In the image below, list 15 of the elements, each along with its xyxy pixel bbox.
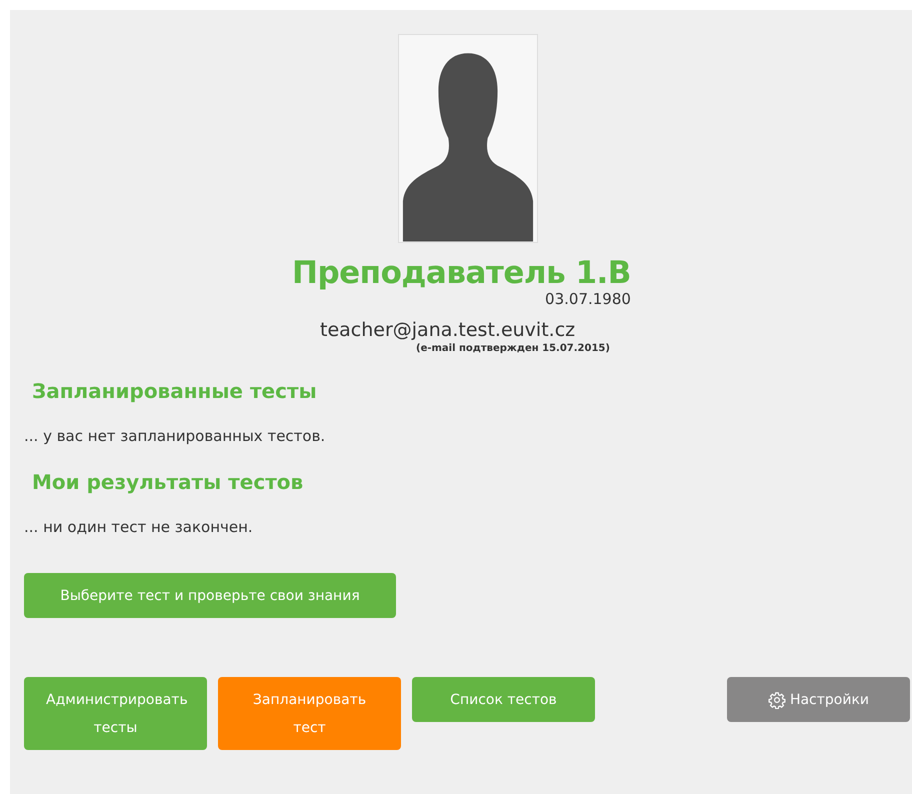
empty-message: ... у вас нет запланированных тестов. (24, 426, 326, 446)
settings-button[interactable]: Настройки (727, 677, 910, 722)
empty-message: ... ни один тест не закончен. (24, 517, 254, 537)
section-heading: Запланированные тесты (32, 378, 318, 404)
settings-icon (768, 690, 786, 708)
action-button[interactable]: Список тестов (412, 677, 595, 722)
choose-test-button[interactable]: Выберите тест и проверьте свои знания (24, 573, 396, 618)
email-address: teacher@jana.test.euvit.cz (320, 318, 576, 342)
action-button[interactable]: Запланировать тест (218, 677, 401, 750)
email-confirmation-note: (e-mail подтвержден 15.07.2015) (416, 342, 610, 355)
birth-date: 03.07.1980 (545, 291, 631, 307)
action-button[interactable]: Администрировать тесты (24, 677, 207, 750)
profile-name: Преподаватель 1.В (292, 255, 631, 291)
avatar-silhouette-icon (398, 34, 538, 243)
section-heading: Мои результаты тестов (32, 469, 304, 495)
